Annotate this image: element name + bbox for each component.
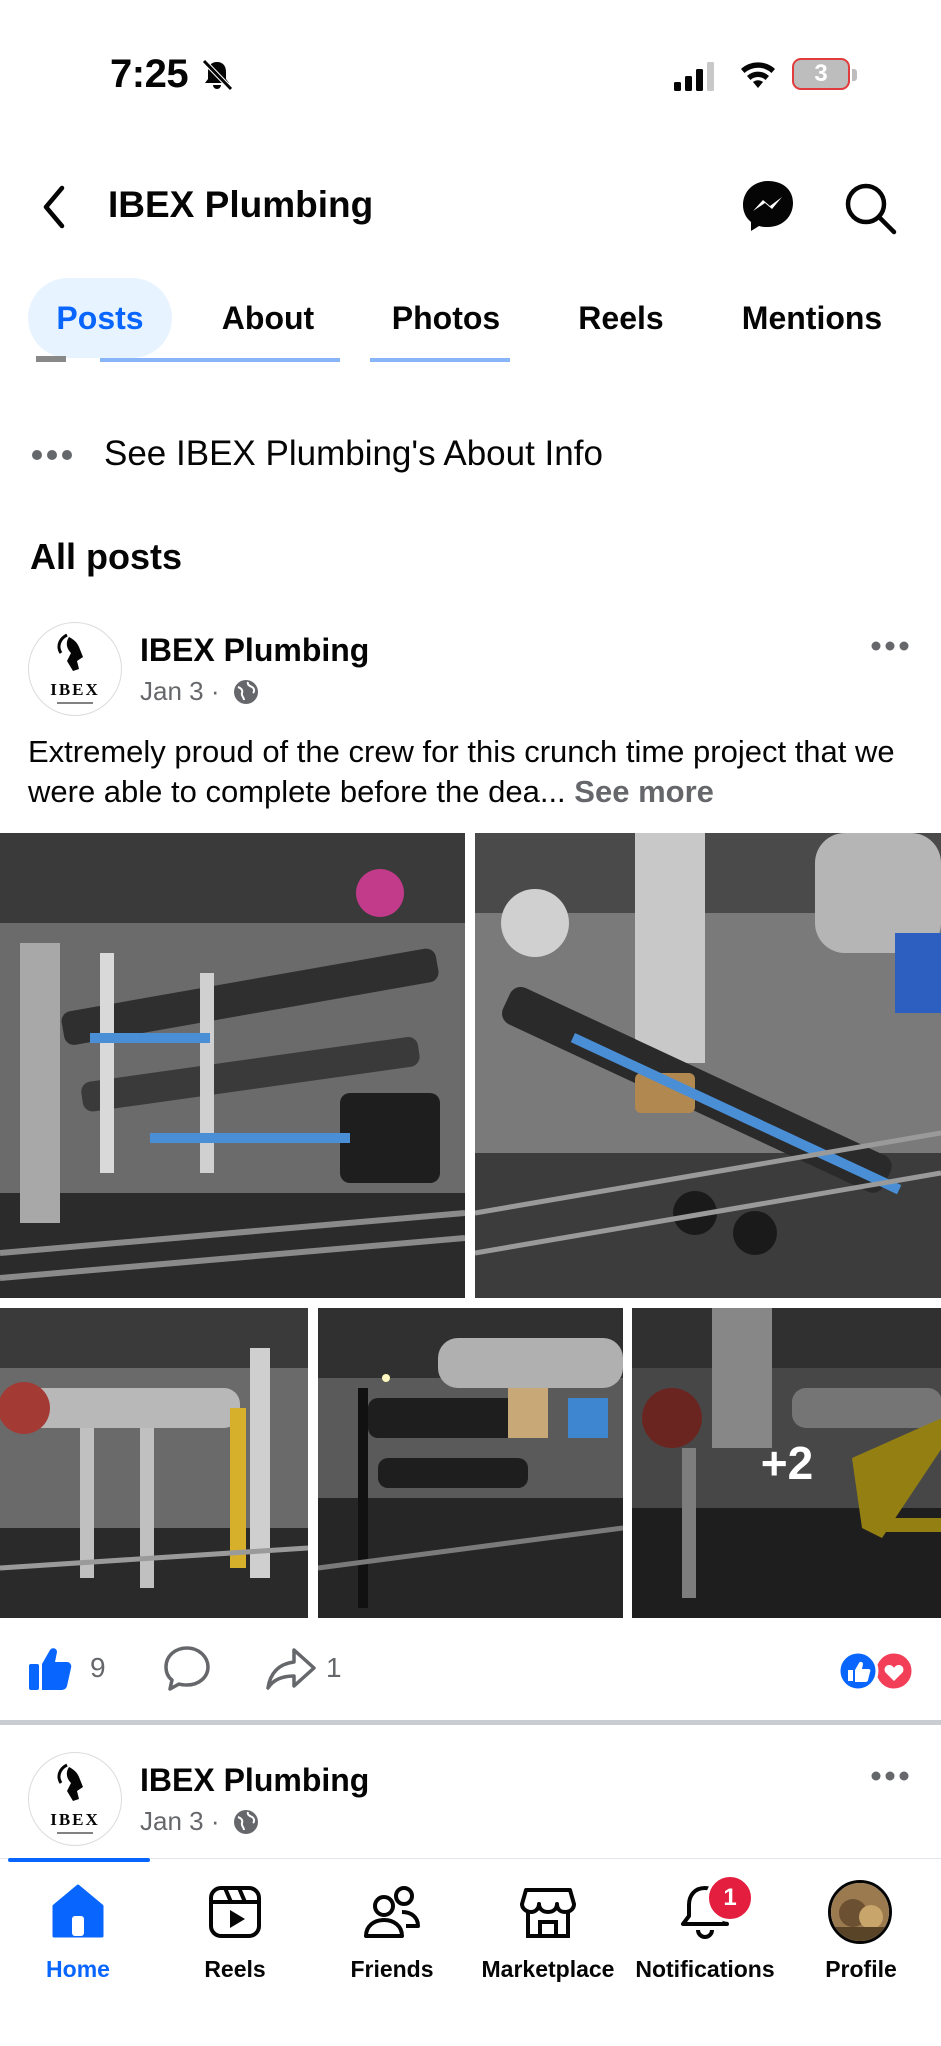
comment-icon[interactable] (162, 1644, 212, 1692)
post-options-icon[interactable] (870, 640, 910, 652)
search-icon[interactable] (842, 180, 898, 236)
home-icon[interactable] (48, 1882, 108, 1942)
logo-text: IBEX (50, 1810, 100, 1829)
see-more-link[interactable]: See more (574, 774, 714, 809)
tab-about[interactable]: About (200, 278, 336, 358)
active-tab-indicator (8, 1858, 150, 1862)
logo-text: IBEX (50, 680, 100, 699)
tab-mentions[interactable]: Mentions (722, 278, 902, 358)
share-icon[interactable] (264, 1644, 318, 1692)
battery-indicator: 3 (792, 58, 858, 92)
post-photo-3[interactable] (0, 1308, 308, 1618)
wifi-icon (741, 62, 775, 88)
meta-separator: · (210, 676, 220, 706)
like-icon[interactable] (26, 1644, 76, 1692)
post-date-text: Jan 3 (140, 676, 204, 706)
friends-icon[interactable] (362, 1882, 422, 1942)
like-count: 9 (90, 1652, 106, 1683)
marketplace-icon[interactable] (518, 1882, 578, 1942)
notification-badge: 1 (706, 1874, 754, 1922)
status-time: 7:25 (110, 52, 189, 96)
about-info-link[interactable]: See IBEX Plumbing's About Info (104, 434, 603, 474)
back-icon[interactable] (36, 182, 74, 232)
post-text: Extremely proud of the crew for this cru… (28, 732, 908, 812)
post-photo-2[interactable] (475, 833, 941, 1298)
globe-icon (234, 1810, 258, 1834)
post-avatar[interactable]: IBEX (28, 622, 122, 716)
profile-avatar[interactable] (828, 1880, 892, 1944)
reactions-icon[interactable] (836, 1650, 916, 1692)
bottom-nav (0, 1858, 941, 2046)
tab-posts[interactable]: Posts (28, 278, 172, 358)
section-heading: All posts (30, 536, 183, 577)
post-date: Jan 3 · (140, 1806, 220, 1837)
nav-label-reels[interactable]: Reels (155, 1956, 315, 1983)
post-author[interactable]: IBEX Plumbing (140, 632, 369, 669)
post-date-text: Jan 3 (140, 1806, 204, 1836)
meta-separator: · (210, 1806, 220, 1836)
nav-label-friends[interactable]: Friends (312, 1956, 472, 1983)
battery-level: 3 (814, 60, 828, 87)
signal-icon (674, 62, 714, 91)
post-author[interactable]: IBEX Plumbing (140, 1762, 369, 1799)
post-body: Extremely proud of the crew for this cru… (28, 734, 895, 809)
messenger-icon[interactable] (740, 178, 796, 234)
ibex-logo: IBEX (50, 1763, 100, 1834)
post-avatar[interactable]: IBEX (28, 1752, 122, 1846)
nav-label-home[interactable]: Home (0, 1956, 158, 1983)
share-count: 1 (326, 1652, 342, 1683)
more-dots-icon (32, 450, 72, 460)
post-photo-1[interactable] (0, 833, 465, 1298)
post-options-icon[interactable] (870, 1770, 910, 1782)
nav-label-notifications[interactable]: Notifications (625, 1956, 785, 1983)
nav-label-marketplace[interactable]: Marketplace (468, 1956, 628, 1983)
page-title: IBEX Plumbing (108, 184, 374, 225)
bell-off-icon (202, 59, 233, 91)
post-divider (0, 1720, 941, 1725)
nav-label-profile[interactable]: Profile (781, 1956, 941, 1983)
tab-reels[interactable]: Reels (560, 278, 682, 358)
scrolled-row-fragment (36, 356, 510, 362)
tab-photos[interactable]: Photos (370, 278, 522, 358)
globe-icon (234, 680, 258, 704)
more-photos-overlay[interactable]: +2 (632, 1308, 941, 1618)
post-photo-4[interactable] (318, 1308, 623, 1618)
reels-icon[interactable] (205, 1882, 265, 1942)
post-date: Jan 3 · (140, 676, 220, 707)
ibex-logo: IBEX (50, 633, 100, 704)
